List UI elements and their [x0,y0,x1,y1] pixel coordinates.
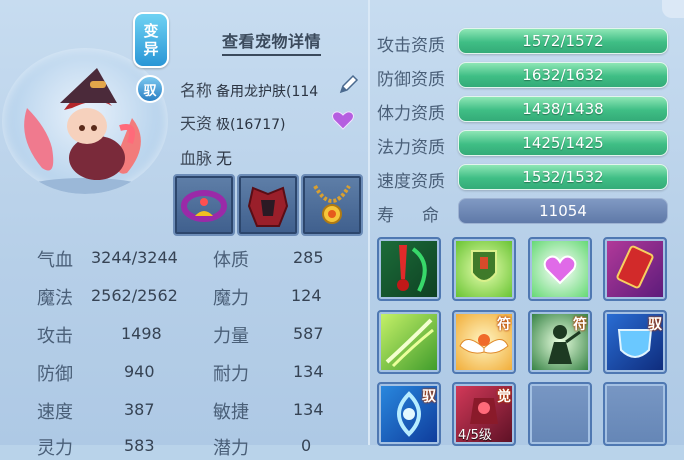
shield-guard-skill-icon [471,250,497,282]
stat-value-attack: 1498 [121,324,162,343]
skill-slot-9[interactable]: 驭 [377,382,441,446]
equipment-slot-armor[interactable] [237,174,299,236]
panel-divider [368,0,370,445]
stat-value-potential: 0 [301,436,312,455]
demon-collar-icon [181,190,227,222]
skill-tag: 驭 [648,317,662,333]
red-armor-icon [247,186,289,227]
aptitude-value: 极(16717) [216,117,286,133]
skill-slot-7[interactable]: 符 [528,310,592,374]
pet-sprite [24,68,141,194]
stat-value-strength: 587 [293,324,324,343]
stat-label-speed: 速度 [37,402,73,423]
equipment-slot-collar[interactable] [173,174,235,236]
stat-label-potential: 潜力 [213,438,249,459]
mutant-badge: 变异 [133,12,169,68]
skill-slot-2[interactable] [452,237,516,301]
panel-corner [662,0,684,18]
tame-badge: 驭 [136,75,164,103]
skill-slot-5[interactable] [377,310,441,374]
stat-value-magic: 124 [291,286,322,305]
heart-icon[interactable] [331,108,355,132]
attack-aptitude-bar: 1572/1572 [458,28,668,54]
wind-slash-skill-icon [385,318,434,368]
pet-name-row: 名称 备用龙护肤(114 [180,77,318,101]
stat-value-constitution: 285 [293,248,324,267]
stat-label-spirit: 灵力 [37,438,73,459]
speed-aptitude-bar: 1532/1532 [458,164,668,190]
lifespan-bar: 11054 [458,198,668,224]
stat-value-hp: 3244/3244 [91,248,178,267]
stat-label-hp: 气血 [37,250,73,271]
red-card-skill-icon [616,245,654,289]
pet-attribute-panel: 变异 驭 查看宠物详情 名称备用龙护肤(114 天资极(16717) 血脉无 [0,0,684,459]
mana-aptitude-bar: 1425/1425 [458,130,668,156]
skill-tag: 符 [497,317,511,333]
attack-aptitude-label: 攻击资质 [377,36,445,56]
pet-name-value: 备用龙护肤(114 [216,84,319,100]
aptitude-row: 天资 极(16717) [180,110,285,134]
stat-label-agility: 敏捷 [213,402,249,423]
stat-value-agility: 134 [293,400,324,419]
stat-label-strength: 力量 [213,326,249,347]
stat-label-endurance: 耐力 [213,364,249,385]
stat-value-spirit: 583 [124,436,155,455]
bloodline-label: 血脉 [180,149,213,168]
speed-aptitude-label: 速度资质 [377,172,445,192]
skill-slot-6[interactable]: 符 [452,310,516,374]
skill-level: 4/5级 [458,428,492,443]
lifespan-label: 寿命 [377,206,439,226]
blood-drain-skill-icon [397,245,427,292]
defense-aptitude-bar: 1632/1632 [458,62,668,88]
pet-portrait[interactable] [2,48,168,194]
stamina-aptitude-bar: 1438/1438 [458,96,668,122]
skill-tag: 驭 [422,389,436,405]
skill-tag: 符 [573,317,587,333]
bloodline-row: 血脉无 [180,145,232,169]
view-pet-details-link[interactable]: 查看宠物详情 [222,28,322,56]
stat-value-speed: 387 [124,400,155,419]
stat-label-mp: 魔法 [37,288,73,309]
skill-slot-8[interactable]: 驭 [603,310,667,374]
defense-aptitude-label: 防御资质 [377,70,445,90]
stat-label-attack: 攻击 [37,326,73,347]
skill-slot-3[interactable] [528,237,592,301]
equipment-slot-necklace[interactable] [301,174,363,236]
skill-slot-11-empty[interactable] [528,382,592,446]
stat-label-constitution: 体质 [213,250,249,271]
skill-slot-12-empty[interactable] [603,382,667,446]
name-label: 名称 [180,81,213,100]
stat-value-mp: 2562/2562 [91,286,178,305]
stamina-aptitude-label: 体力资质 [377,104,445,124]
stat-value-defense: 940 [124,362,155,381]
gold-necklace-icon [313,184,351,224]
skill-slot-1[interactable] [377,237,441,301]
stat-label-defense: 防御 [37,364,73,385]
stat-label-magic: 魔力 [213,288,249,309]
skill-tag: 觉 [497,389,511,405]
mana-aptitude-label: 法力资质 [377,138,445,158]
heart-heal-skill-icon [543,255,577,285]
stat-value-endurance: 134 [293,362,324,381]
skill-slot-10[interactable]: 觉 4/5级 [452,382,516,446]
skill-slot-4[interactable] [603,237,667,301]
bloodline-value: 无 [216,149,233,168]
edit-name-icon[interactable] [337,72,361,96]
aptitude-label: 天资 [180,114,213,133]
